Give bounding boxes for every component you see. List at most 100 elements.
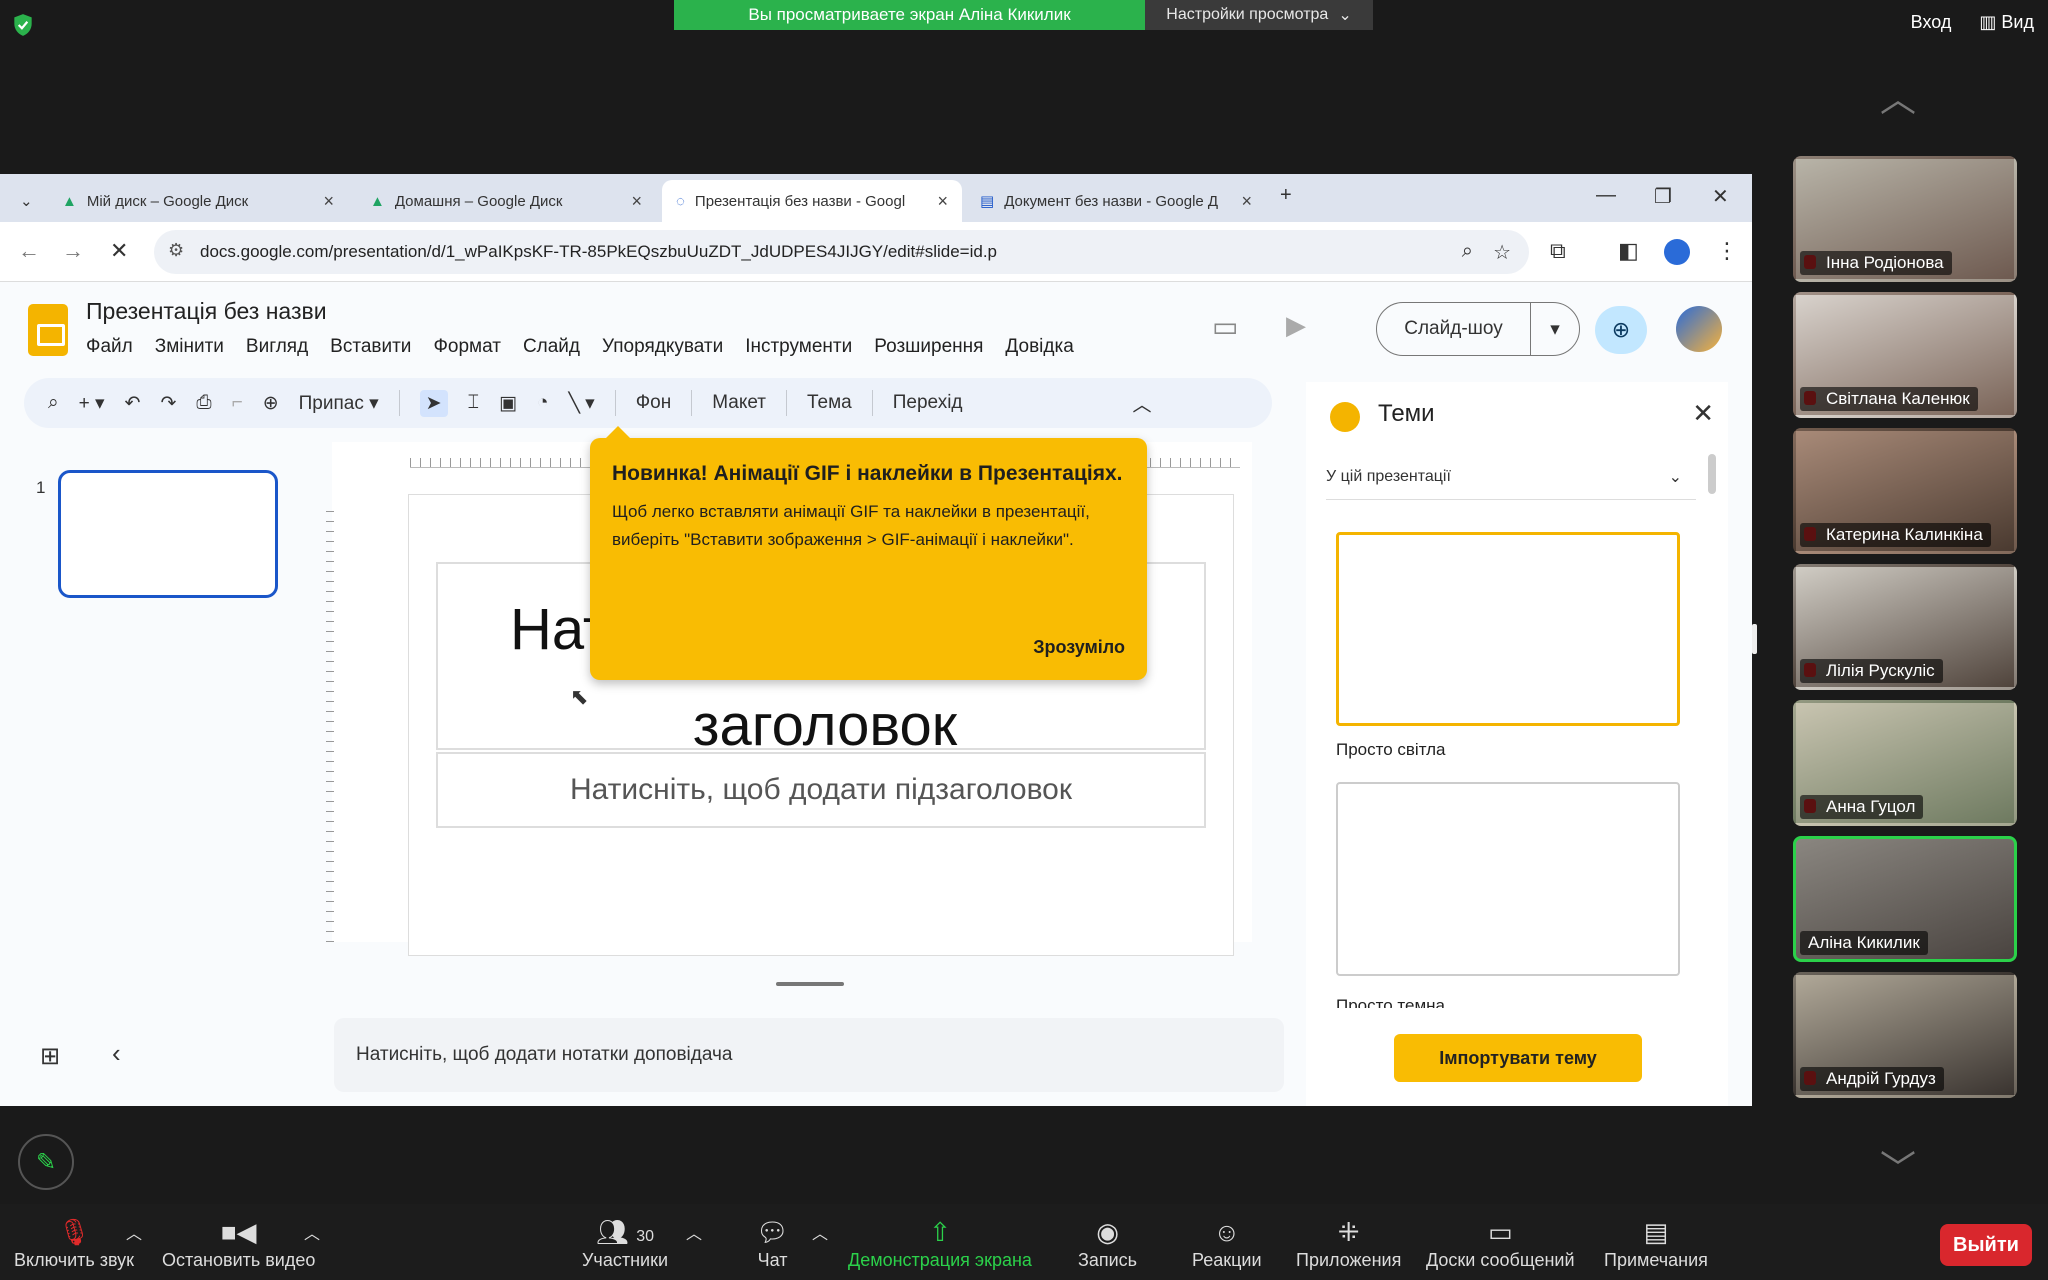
participant-tile[interactable]: Анна Гуцол	[1793, 700, 2017, 826]
enter-button[interactable]: Вход	[1911, 12, 1952, 33]
url-field[interactable]: ⚙ docs.google.com/presentation/d/1_wPaIK…	[154, 230, 1529, 274]
text-box-icon[interactable]: ⌶	[468, 392, 479, 414]
reactions-button[interactable]: ☺ Реакции	[1192, 1214, 1262, 1271]
document-title[interactable]: Презентація без назви	[86, 298, 327, 325]
import-theme-button[interactable]: Імпортувати тему	[1394, 1034, 1642, 1082]
notes-button[interactable]: ▤ Примечания	[1604, 1214, 1708, 1271]
participant-tile[interactable]: Світлана Каленюк	[1793, 292, 2017, 418]
participant-tile[interactable]: Андрій Гурдуз	[1793, 972, 2017, 1098]
participant-tile[interactable]: Катерина Калинкіна	[1793, 428, 2017, 554]
slides-logo-icon[interactable]	[28, 304, 68, 356]
close-window-icon[interactable]: ✕	[1712, 184, 1729, 209]
add-icon[interactable]: + ▾	[79, 392, 105, 415]
layout-button[interactable]: Макет	[712, 392, 766, 414]
slideshow-button[interactable]: Слайд-шоу ▾	[1376, 302, 1580, 356]
participant-tile-active-speaker[interactable]: Аліна Кикилик	[1793, 836, 2017, 962]
theme-button[interactable]: Тема	[807, 392, 852, 414]
extensions-icon[interactable]: ⧉	[1550, 238, 1566, 264]
profile-avatar[interactable]	[1664, 239, 1690, 265]
theme-card-simple-light[interactable]	[1336, 532, 1680, 726]
undo-icon[interactable]: ↶	[125, 392, 141, 415]
menu-arrange[interactable]: Упорядкувати	[602, 336, 723, 358]
line-icon[interactable]: ╲ ▾	[568, 392, 594, 415]
record-button[interactable]: ◉ Запись	[1078, 1214, 1137, 1271]
participant-tile[interactable]: Інна Родіонова	[1793, 156, 2017, 282]
apps-button[interactable]: ⁜ Приложения	[1296, 1214, 1401, 1271]
slide-thumbnail[interactable]	[58, 470, 278, 598]
back-icon[interactable]: ←	[18, 238, 40, 264]
chat-chevron-icon[interactable]: ︿	[812, 1220, 828, 1244]
select-cursor-icon[interactable]: ➤	[419, 389, 448, 417]
panel-resize-handle[interactable]	[1752, 624, 1757, 654]
leave-button[interactable]: Выйти	[1940, 1224, 2032, 1266]
close-icon[interactable]: ×	[323, 191, 334, 212]
stop-loading-icon[interactable]: ✕	[110, 238, 128, 264]
close-icon[interactable]: ×	[1241, 191, 1252, 212]
chevron-down-icon[interactable]: ﹀	[1880, 1140, 1916, 1192]
background-button[interactable]: Фон	[636, 392, 672, 414]
menu-extensions[interactable]: Розширення	[874, 336, 983, 358]
audio-options-chevron-icon[interactable]: ︿	[126, 1220, 142, 1244]
menu-slide[interactable]: Слайд	[523, 336, 580, 358]
menu-file[interactable]: Файл	[86, 336, 133, 358]
tab-my-drive[interactable]: ▲ Мій диск – Google Диск ×	[48, 180, 348, 222]
collapse-filmstrip-icon[interactable]: ‹	[112, 1038, 121, 1069]
tab-list-button[interactable]: ⌄	[6, 180, 44, 222]
theme-card-simple-dark[interactable]	[1336, 782, 1680, 976]
side-panel-icon[interactable]: ◧	[1618, 238, 1639, 264]
comments-icon[interactable]: ▭	[1212, 310, 1238, 343]
menu-insert[interactable]: Вставити	[330, 336, 411, 358]
participant-tile[interactable]: Лілія Рускуліс	[1793, 564, 2017, 690]
whiteboards-button[interactable]: ▭ Доски сообщений	[1426, 1214, 1575, 1271]
minimize-icon[interactable]: —	[1596, 184, 1616, 207]
menu-help[interactable]: Довідка	[1005, 336, 1073, 358]
print-icon[interactable]: ⎙	[196, 392, 211, 414]
menu-tools[interactable]: Інструменти	[745, 336, 852, 358]
participants-button[interactable]: 👥︎ 30 Участники	[582, 1214, 668, 1271]
chat-button[interactable]: 💬︎ Чат	[756, 1214, 789, 1271]
redo-icon[interactable]: ↷	[160, 392, 176, 415]
tab-document[interactable]: ▤ Документ без назви - Google Д ×	[966, 180, 1266, 222]
share-add-person-icon[interactable]: ⊕	[1595, 306, 1647, 354]
avatar[interactable]	[1676, 306, 1722, 352]
forward-icon[interactable]: →	[62, 238, 84, 264]
site-settings-icon[interactable]: ⚙	[168, 240, 184, 261]
subtitle-placeholder[interactable]: Натисніть, щоб додати підзаголовок	[436, 752, 1206, 828]
shape-icon[interactable]: ◔	[537, 392, 548, 414]
zoom-icon[interactable]: ⌕	[1462, 240, 1473, 263]
close-icon[interactable]: ✕	[1692, 398, 1714, 429]
chevron-up-icon[interactable]: ︿	[1880, 70, 1916, 122]
stop-video-button[interactable]: ■◀ Остановить видео	[162, 1214, 315, 1271]
paint-format-icon[interactable]: ⌐	[232, 392, 243, 414]
tab-home-drive[interactable]: ▲ Домашня – Google Диск ×	[356, 180, 656, 222]
notes-resize-handle[interactable]	[776, 982, 844, 986]
bookmark-star-icon[interactable]: ☆	[1493, 240, 1511, 265]
menu-edit[interactable]: Змінити	[155, 336, 224, 358]
close-icon[interactable]: ×	[631, 191, 642, 212]
view-button[interactable]: ▥ Вид	[1979, 12, 2034, 33]
annotate-pen-icon[interactable]: ✎	[18, 1134, 74, 1190]
speaker-notes-field[interactable]: Натисніть, щоб додати нотатки доповідача	[334, 1018, 1284, 1092]
close-icon[interactable]: ×	[937, 191, 948, 212]
menu-format[interactable]: Формат	[433, 336, 501, 358]
tooltip-ok-button[interactable]: Зрозуміло	[1033, 637, 1125, 658]
theme-source-select[interactable]: У цій презентації ⌄	[1326, 454, 1696, 500]
image-icon[interactable]: ▣	[499, 392, 517, 415]
menu-dots-icon[interactable]: ⋮	[1716, 238, 1738, 264]
video-options-chevron-icon[interactable]: ︿	[304, 1220, 320, 1244]
share-screen-button[interactable]: ⇧ Демонстрация экрана	[848, 1214, 1032, 1271]
vertical-ruler[interactable]	[326, 502, 334, 942]
collapse-toolbar-icon[interactable]: ︿	[1133, 390, 1152, 417]
menu-view[interactable]: Вигляд	[246, 336, 308, 358]
zoom-icon[interactable]: ⊕	[263, 392, 279, 415]
participants-chevron-icon[interactable]: ︿	[686, 1220, 702, 1244]
meet-camera-icon[interactable]: ▶	[1286, 310, 1306, 341]
shield-check-icon[interactable]	[10, 12, 36, 38]
restore-icon[interactable]: ❐	[1654, 184, 1672, 209]
grid-view-icon[interactable]: ⊞	[40, 1042, 60, 1071]
tab-presentation[interactable]: ◌ Презентація без назви - Googl ×	[662, 180, 962, 222]
zoom-select[interactable]: Припас ▾	[299, 392, 379, 415]
scrollbar[interactable]	[1708, 454, 1716, 494]
chevron-down-icon[interactable]: ▾	[1531, 318, 1579, 341]
transition-button[interactable]: Перехід	[893, 392, 963, 414]
